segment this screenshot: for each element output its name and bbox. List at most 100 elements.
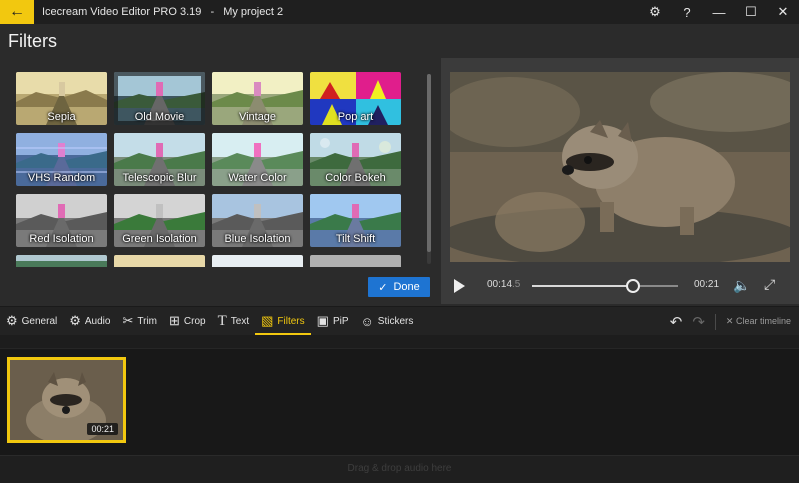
seek-progress	[532, 285, 633, 287]
tool-label: Crop	[183, 315, 206, 327]
filter-label: Telescopic Blur	[122, 172, 197, 184]
filter-tile[interactable]	[114, 255, 205, 267]
scrollbar-thumb[interactable]	[427, 74, 431, 252]
filter-tile[interactable]	[16, 255, 107, 267]
clear-timeline-label: Clear timeline	[735, 316, 791, 326]
filter-label: Green Isolation	[122, 233, 197, 245]
checkmark-icon: ✓	[378, 281, 388, 294]
current-time: 00:14.5	[487, 279, 520, 290]
filter-thumbnail	[16, 255, 107, 267]
gear-icon: ⚙	[6, 313, 18, 328]
filter-tile-tilt-shift[interactable]: Tilt Shift	[310, 194, 401, 247]
filter-thumbnail	[114, 255, 205, 267]
filter-label: Color Bokeh	[325, 172, 386, 184]
close-icon: ✕	[725, 316, 734, 326]
filter-tile-color-bokeh[interactable]: Color Bokeh	[310, 133, 401, 186]
clip-duration: 00:21	[87, 423, 118, 435]
tool-label: General	[21, 315, 58, 327]
gear-icon[interactable]: ⚙	[639, 4, 671, 20]
back-button[interactable]: ←	[0, 0, 34, 24]
timeline-ruler[interactable]	[0, 335, 799, 349]
filter-label: Water Color	[228, 172, 287, 184]
filter-label: VHS Random	[27, 172, 96, 184]
filter-label: Old Movie	[134, 111, 185, 123]
filter-tile[interactable]	[310, 255, 401, 267]
audio-track-dropzone[interactable]: Drag & drop audio here	[0, 455, 799, 483]
filter-tile-water-color[interactable]: Water Color	[212, 133, 303, 186]
current-time-fraction: .5	[512, 279, 521, 290]
filter-tile-telescopic-blur[interactable]: Telescopic Blur	[114, 133, 205, 186]
fullscreen-icon[interactable]: ⤢	[764, 276, 775, 293]
tool-label: Trim	[137, 315, 157, 327]
tool-stickers[interactable]: ☺ Stickers	[355, 307, 420, 336]
tool-crop[interactable]: ⊞ Crop	[163, 307, 212, 336]
tool-text[interactable]: T Text	[212, 307, 256, 336]
filter-label: Tilt Shift	[335, 233, 376, 245]
video-frame[interactable]	[450, 72, 790, 262]
filter-tile-green-isolation[interactable]: Green Isolation	[114, 194, 205, 247]
window-title: Icecream Video Editor PRO 3.19 - My proj…	[42, 6, 283, 18]
undo-icon[interactable]: ↶	[670, 313, 683, 331]
help-button[interactable]: ?	[671, 5, 703, 20]
toolbar-right: ↶ ↷ ✕ Clear timeline	[670, 307, 791, 336]
tool-pip[interactable]: ▣ PiP	[311, 307, 355, 336]
play-icon[interactable]	[454, 279, 465, 293]
video-preview-panel: 00:14.5 00:21 🔈 ⤢	[441, 58, 799, 304]
filter-icon: ▧	[261, 313, 274, 328]
app-name: Icecream Video Editor PRO 3.19	[42, 6, 202, 18]
timeline: 00:21 Drag & drop audio here	[0, 335, 799, 483]
done-label: Done	[393, 281, 420, 293]
filter-tile-pop-art[interactable]: Pop art	[310, 72, 401, 125]
arrow-left-icon: ←	[9, 3, 25, 20]
filter-label: Pop art	[337, 111, 374, 123]
video-clip[interactable]: 00:21	[7, 357, 126, 443]
current-time-main: 00:14	[487, 279, 513, 290]
tool-trim[interactable]: ✂ Trim	[116, 307, 163, 336]
filter-tile-old-movie[interactable]: Old Movie	[114, 72, 205, 125]
tool-filters[interactable]: ▧ Filters	[255, 307, 311, 336]
tool-label: Audio	[84, 315, 111, 327]
divider	[714, 313, 716, 330]
close-button[interactable]: ✕	[767, 4, 799, 20]
smiley-icon: ☺	[360, 313, 374, 329]
maximize-button[interactable]: ☐	[735, 4, 767, 20]
filter-tile[interactable]	[212, 255, 303, 267]
title-bar: ← Icecream Video Editor PRO 3.19 - My pr…	[0, 0, 799, 24]
filter-thumbnail	[212, 255, 303, 267]
editor-toolbar: ⚙ General ⚙ Audio ✂ Trim ⊞ Crop T Text ▧…	[0, 306, 799, 335]
audio-hint: Drag & drop audio here	[347, 463, 452, 474]
page-title: Filters	[8, 31, 57, 51]
filter-label: Sepia	[47, 111, 76, 123]
tool-general[interactable]: ⚙ General	[0, 307, 63, 336]
filter-tile-vhs-random[interactable]: VHS Random	[16, 133, 107, 186]
done-button[interactable]: ✓ Done	[368, 277, 430, 297]
tool-label: Stickers	[377, 315, 414, 327]
seek-handle[interactable]	[625, 279, 640, 293]
player-controls: 00:14.5 00:21 🔈 ⤢	[441, 266, 799, 304]
duration: 00:21	[694, 279, 720, 290]
scissors-icon: ✂	[122, 313, 134, 328]
volume-icon[interactable]: 🔈	[733, 277, 750, 294]
filter-tile-blue-isolation[interactable]: Blue Isolation	[212, 194, 303, 247]
filter-label: Red Isolation	[29, 233, 94, 245]
filter-grid: Sepia Old Movie Vintage Pop art VHS Rand…	[16, 72, 408, 267]
minimize-button[interactable]: —	[703, 5, 735, 20]
video-image	[450, 72, 790, 262]
gear-icon: ⚙	[69, 313, 81, 328]
filter-tile-red-isolation[interactable]: Red Isolation	[16, 194, 107, 247]
clear-timeline-button[interactable]: ✕ Clear timeline	[726, 316, 791, 327]
tool-label: PiP	[332, 315, 349, 327]
title-separator: -	[210, 6, 215, 18]
project-name: My project 2	[223, 6, 284, 18]
text-icon: T	[217, 312, 227, 329]
tool-label: Filters	[277, 315, 305, 327]
crop-icon: ⊞	[169, 313, 180, 328]
filter-tile-sepia[interactable]: Sepia	[16, 72, 107, 125]
redo-icon[interactable]: ↷	[692, 313, 705, 331]
filters-scrollbar[interactable]	[427, 74, 431, 264]
filter-label: Blue Isolation	[224, 233, 291, 245]
filters-panel: Sepia Old Movie Vintage Pop art VHS Rand…	[0, 58, 440, 304]
seek-bar[interactable]	[532, 279, 678, 293]
filter-tile-vintage[interactable]: Vintage	[212, 72, 303, 125]
tool-audio[interactable]: ⚙ Audio	[63, 307, 116, 336]
